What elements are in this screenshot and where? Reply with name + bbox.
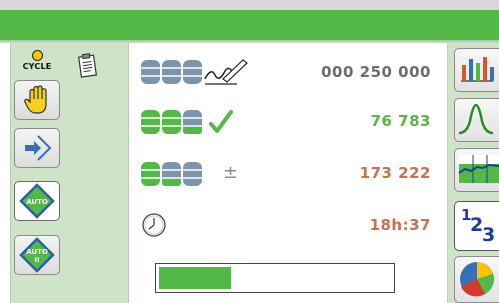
production-progress-bar — [155, 263, 395, 293]
bell-curve-view-button[interactable] — [454, 98, 499, 142]
step-arrow-icon — [25, 135, 52, 161]
digit-three: 3 — [482, 224, 496, 246]
pie-chart-view-button[interactable] — [454, 256, 499, 303]
auto-ii-diamond-icon: AUTO II — [19, 237, 55, 273]
top-strip — [0, 0, 499, 10]
remaining-count-value: 173 222 — [359, 164, 431, 182]
header-bar — [0, 10, 499, 40]
time-row: 18h:37 — [139, 210, 439, 242]
numbers-view-button[interactable]: 1 2 3 — [454, 201, 499, 251]
numbers-123-icon: 1 2 3 — [455, 202, 499, 250]
auto-ii-label: AUTO — [26, 248, 48, 256]
auto-ii-sublabel: II — [34, 256, 39, 264]
auto-label: AUTO — [26, 198, 48, 206]
auto-diamond-icon: AUTO — [19, 183, 55, 219]
good-count-row: 76 783 — [139, 106, 439, 138]
hand-icon — [24, 85, 47, 114]
total-count-row: 000 250 000 — [139, 57, 439, 89]
cycle-label: CYCLE — [22, 62, 52, 71]
remaining-count-row: ± 173 222 — [139, 158, 439, 190]
green-stacks-check-icon — [141, 110, 233, 134]
plus-minus-symbol: ± — [223, 162, 239, 183]
auto-mode-button[interactable]: AUTO — [14, 181, 60, 221]
trend-view-button[interactable] — [454, 148, 499, 192]
time-value: 18h:37 — [369, 216, 431, 234]
auto-ii-mode-button[interactable]: AUTO II — [14, 235, 60, 275]
cycle-indicator: CYCLE — [14, 50, 60, 71]
bell-curve-icon — [458, 103, 494, 135]
clipboard-icon[interactable] — [78, 52, 98, 82]
trend-chart-icon — [458, 155, 499, 183]
progress-fill — [159, 267, 231, 289]
gray-stacks-signature-icon — [141, 59, 248, 85]
total-count-value: 000 250 000 — [321, 63, 431, 81]
good-count-value: 76 783 — [370, 112, 431, 130]
histogram-view-button[interactable] — [454, 48, 499, 92]
secondary-sidebar — [66, 43, 129, 303]
stacks-plus-minus-icon — [141, 162, 202, 186]
pie-chart-icon — [460, 262, 494, 297]
clock-icon — [142, 213, 166, 237]
manual-mode-button[interactable] — [14, 80, 60, 120]
step-mode-button[interactable] — [14, 128, 60, 168]
histogram-icon — [461, 57, 494, 82]
cycle-status-dot — [31, 50, 43, 61]
